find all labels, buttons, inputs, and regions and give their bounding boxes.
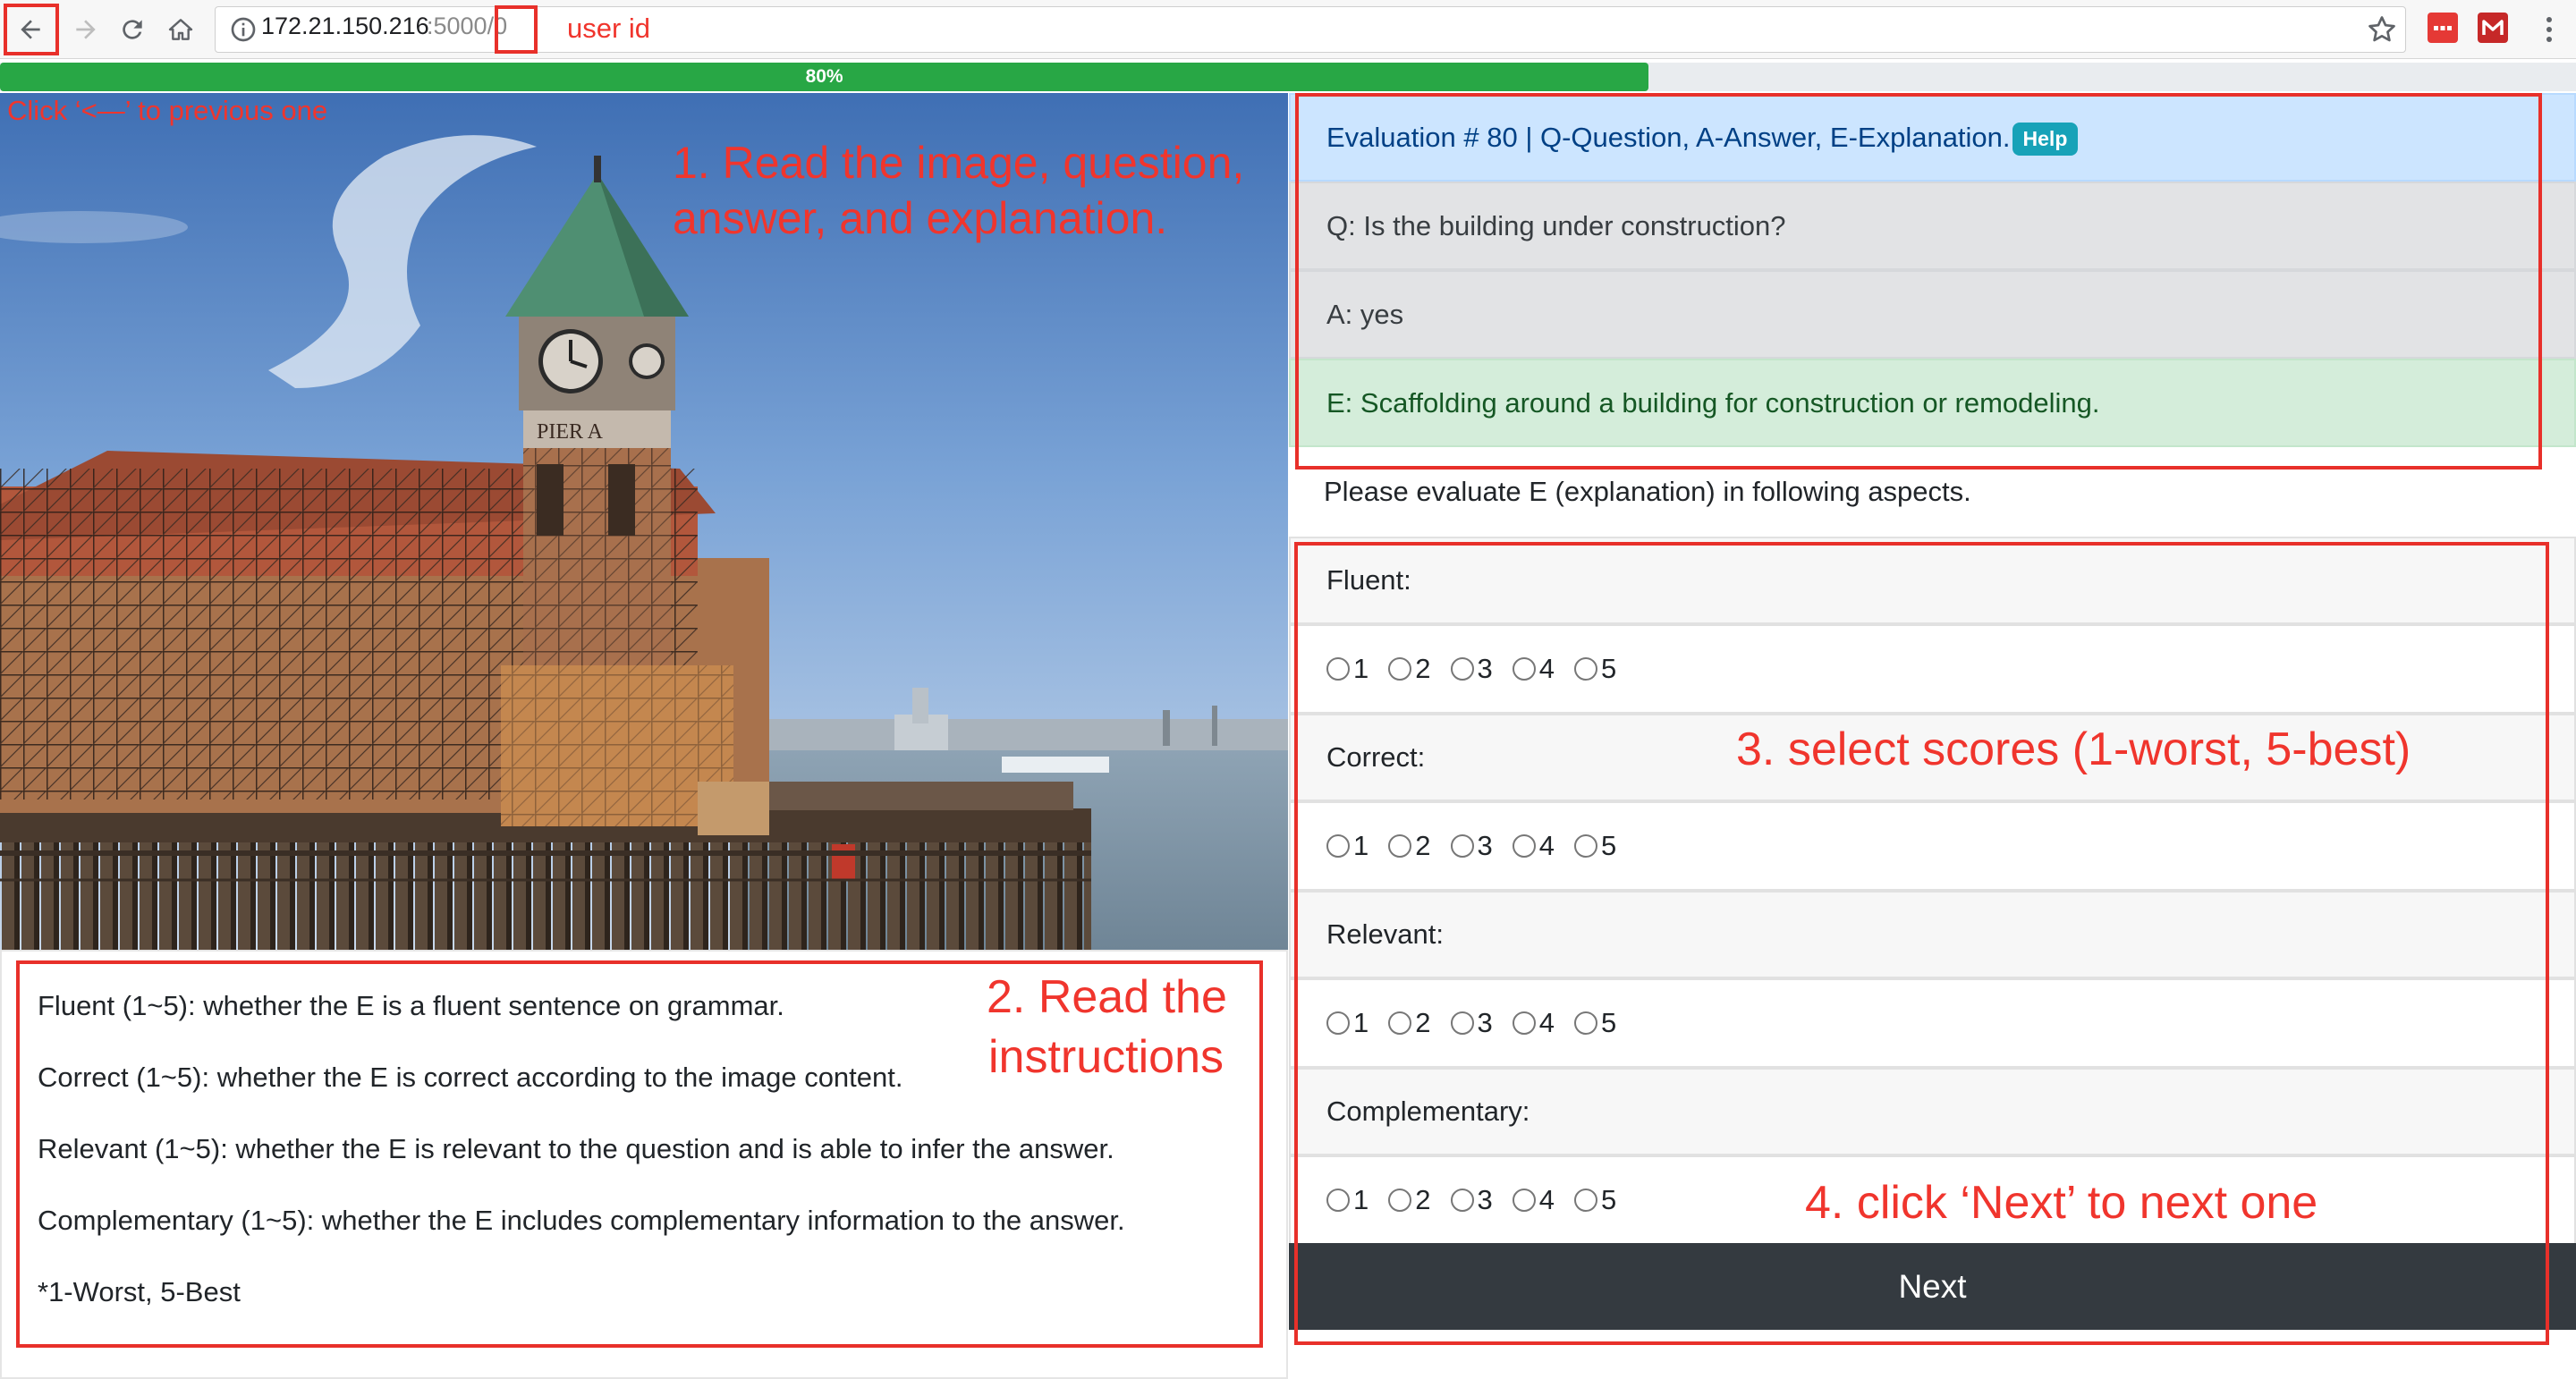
progress-bar: 80% [0,63,2576,91]
user-id-annotation: user id [567,13,651,44]
forward-button[interactable] [64,8,107,51]
forward-arrow-icon [76,20,96,39]
qa-explanation-highlight [1295,93,2542,470]
address-bar[interactable] [215,6,2406,53]
step4-annotation: 4. click ‘Next’ to next one [1805,1177,2318,1229]
evaluation-prompt: Please evaluate E (explanation) in follo… [1324,476,1971,507]
home-icon [168,19,193,40]
step1-annotation-line1: 1. Read the image, question, [673,138,1245,188]
reload-button[interactable] [111,8,154,51]
bookmark-star-icon[interactable] [2366,13,2398,46]
user-id-highlight [495,5,538,54]
extension-m-icon[interactable] [2478,13,2508,43]
url-host: 172.21.150.216 [261,13,429,39]
back-hint-annotation: Click ‘<—’ to previous one [7,95,328,126]
back-button-highlight [4,4,59,55]
step3-annotation: 3. select scores (1-worst, 5-best) [1736,723,2411,775]
info-icon[interactable] [229,15,258,44]
step1-annotation-line2: answer, and explanation. [673,193,1168,243]
pier-a-sign: PIER A [537,420,604,444]
step2-annotation-line2: instructions [988,1031,1224,1083]
reload-icon [123,20,142,39]
home-button[interactable] [159,8,202,51]
menu-dots-icon[interactable] [2536,11,2563,48]
progress-fill: 80% [0,63,1649,91]
progress-label: 80% [805,66,843,87]
step2-annotation-line1: 2. Read the [987,971,1227,1023]
extension-icon[interactable] [2428,13,2458,43]
